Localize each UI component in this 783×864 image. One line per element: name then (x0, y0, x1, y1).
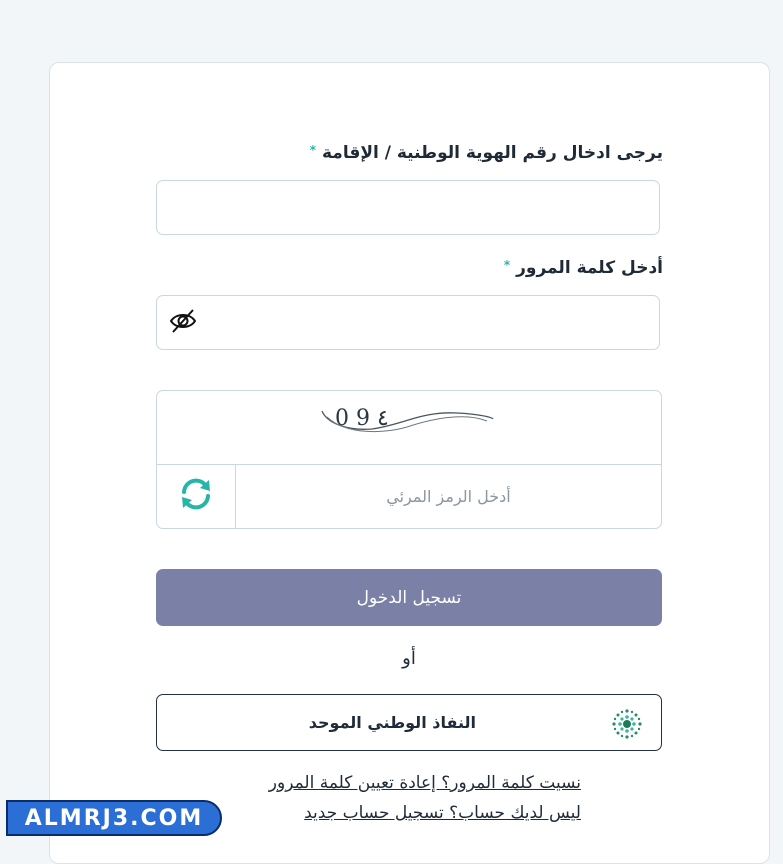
watermark-text: ALMRJ3.COM (24, 805, 204, 831)
forgot-password-link[interactable]: نسيت كلمة المرور؟ إعادة تعيين كلمة المرو… (269, 773, 581, 793)
nafath-login-button[interactable]: النفاذ الوطني الموحد (156, 694, 662, 751)
captcha-image: 0 9 ٤ (157, 391, 661, 465)
refresh-icon (178, 476, 214, 516)
captcha-placeholder: أدخل الرمز المرئي (386, 486, 511, 506)
register-link[interactable]: ليس لديك حساب؟ تسجيل حساب جديد (304, 803, 581, 823)
password-label: أدخل كلمة المرور * (504, 258, 663, 278)
captcha-box: 0 9 ٤ أدخل الرمز المرئي (156, 390, 662, 529)
password-input[interactable] (156, 295, 660, 350)
captcha-input[interactable]: أدخل الرمز المرئي (236, 464, 661, 528)
required-marker: * (503, 258, 511, 272)
eye-slash-icon[interactable] (169, 308, 197, 338)
captcha-text: 0 9 ٤ (335, 406, 389, 431)
watermark-logo: ALMRJ3.COM (6, 800, 222, 836)
national-id-label: يرجى ادخال رقم الهوية الوطنية / الإقامة * (310, 143, 663, 163)
password-label-text: أدخل كلمة المرور (516, 258, 663, 278)
required-marker: * (309, 143, 316, 157)
national-id-label-text: يرجى ادخال رقم الهوية الوطنية / الإقامة (321, 143, 663, 163)
or-separator: أو (402, 648, 416, 669)
captcha-refresh-button[interactable] (157, 464, 236, 528)
nafath-logo-icon (611, 708, 643, 740)
national-id-input[interactable] (156, 180, 660, 235)
login-button-label: تسجيل الدخول (356, 587, 462, 608)
nafath-label: النفاذ الوطني الموحد (308, 713, 476, 732)
login-button[interactable]: تسجيل الدخول (156, 569, 662, 626)
